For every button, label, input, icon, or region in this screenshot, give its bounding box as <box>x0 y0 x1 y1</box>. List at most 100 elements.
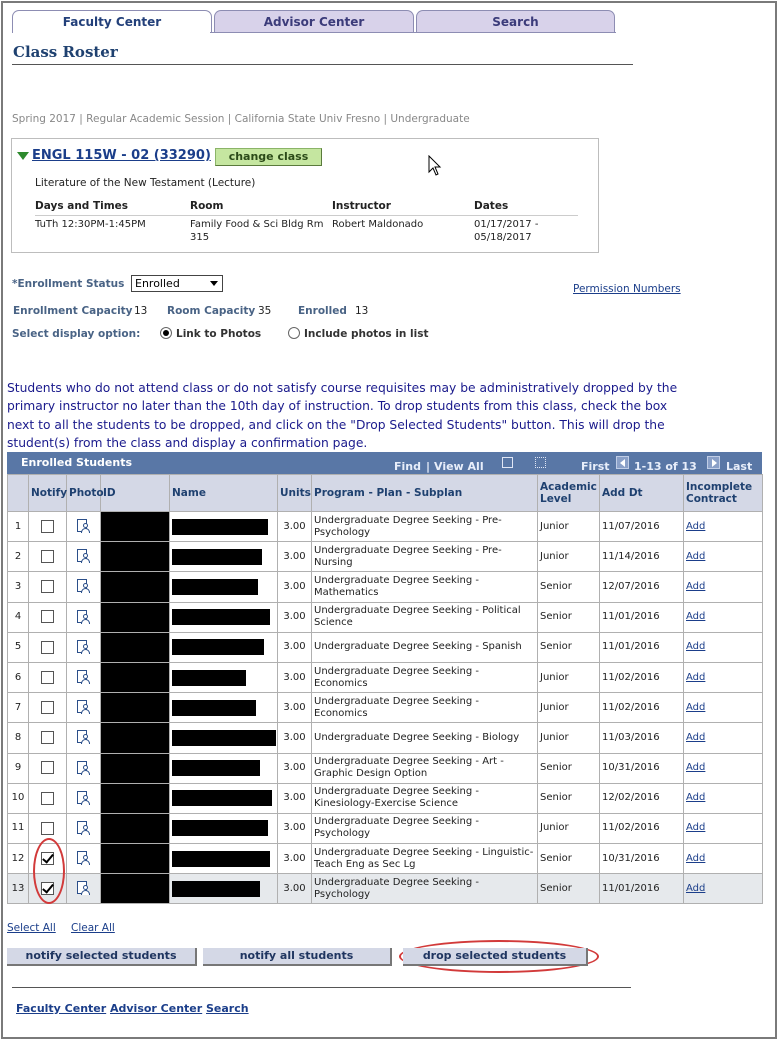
col-header-program: Program - Plan - Subplan <box>311 474 538 512</box>
contract-cell: Add <box>683 571 763 603</box>
photo-cell <box>66 752 101 784</box>
class-info-box: ENGL 115W - 02 (33290) change class Lite… <box>11 138 599 253</box>
add-contract-link[interactable]: Add <box>686 883 705 894</box>
student-photo-icon[interactable] <box>75 548 93 565</box>
drop-selected-students-button[interactable]: drop selected students <box>403 948 588 966</box>
add-contract-link[interactable]: Add <box>686 581 705 592</box>
meeting-room: Family Food & Sci Bldg Rm 315 <box>190 219 324 243</box>
student-photo-icon[interactable] <box>75 609 93 626</box>
notify-checkbox[interactable] <box>41 519 54 533</box>
student-photo-icon[interactable] <box>75 790 93 807</box>
footer-link-faculty-center[interactable]: Faculty Center <box>16 1002 106 1015</box>
clear-all-link[interactable]: Clear All <box>71 922 115 934</box>
student-photo-icon[interactable] <box>75 639 93 656</box>
units-cell: 3.00 <box>277 631 312 663</box>
add-contract-link[interactable]: Add <box>686 672 705 683</box>
notify-checkbox[interactable] <box>41 791 54 805</box>
footer-link-search[interactable]: Search <box>206 1002 249 1015</box>
academic-level-cell: Senior <box>537 782 600 814</box>
enrollment-status-select[interactable]: Enrolled <box>131 275 223 292</box>
class-section-link[interactable]: ENGL 115W - 02 (33290) <box>32 148 211 163</box>
student-name-cell <box>169 571 278 603</box>
student-photo-icon[interactable] <box>75 518 93 535</box>
student-name-redacted <box>172 820 268 837</box>
add-contract-link[interactable]: Add <box>686 792 705 803</box>
page-title: Class Roster <box>13 43 118 61</box>
notify-checkbox[interactable] <box>41 580 54 594</box>
student-name-cell <box>169 873 278 905</box>
tab-advisor-center[interactable]: Advisor Center <box>214 10 414 33</box>
download-grid-icon[interactable] <box>535 457 546 468</box>
notify-checkbox[interactable] <box>41 640 54 654</box>
student-name-redacted <box>172 699 256 716</box>
notify-checkbox[interactable] <box>41 821 54 835</box>
grid-row-range: 1-13 of 13 <box>634 460 697 473</box>
student-name-cell <box>169 631 278 663</box>
add-contract-link[interactable]: Add <box>686 732 705 743</box>
units-cell: 3.00 <box>277 692 312 724</box>
student-photo-icon[interactable] <box>75 820 93 837</box>
previous-page-icon[interactable] <box>616 456 629 469</box>
tab-search[interactable]: Search <box>416 10 615 33</box>
add-date-cell: 11/03/2016 <box>599 722 684 754</box>
enrolled-value: 13 <box>355 305 369 317</box>
grid-view-all-link[interactable]: View All <box>434 460 484 473</box>
student-id-redacted <box>100 782 170 814</box>
select-all-link[interactable]: Select All <box>7 922 56 934</box>
add-contract-link[interactable]: Add <box>686 702 705 713</box>
radio-link-to-photos[interactable] <box>160 327 172 339</box>
change-class-button[interactable]: change class <box>215 148 322 166</box>
student-photo-icon[interactable] <box>75 850 93 867</box>
grid-find-link[interactable]: Find <box>394 460 421 473</box>
notify-checkbox[interactable] <box>41 700 54 714</box>
notify-selected-students-button[interactable]: notify selected students <box>7 948 197 966</box>
tab-faculty-center[interactable]: Faculty Center <box>12 10 212 33</box>
notify-checkbox[interactable] <box>41 550 54 564</box>
student-photo-icon[interactable] <box>75 669 93 686</box>
footer-link-advisor-center[interactable]: Advisor Center <box>110 1002 202 1015</box>
student-id-redacted <box>100 541 170 573</box>
notify-checkbox[interactable] <box>41 761 54 775</box>
contract-cell: Add <box>683 873 763 905</box>
add-contract-link[interactable]: Add <box>686 641 705 652</box>
notify-checkbox[interactable] <box>41 610 54 624</box>
add-date-cell: 10/31/2016 <box>599 843 684 875</box>
student-photo-icon[interactable] <box>75 699 93 716</box>
next-page-icon[interactable] <box>707 456 720 469</box>
term-info: Spring 2017 | Regular Academic Session |… <box>12 113 470 125</box>
mouse-cursor-icon <box>428 155 442 176</box>
notify-all-students-button[interactable]: notify all students <box>203 948 392 966</box>
add-contract-link[interactable]: Add <box>686 521 705 532</box>
row-number: 11 <box>7 812 29 845</box>
row-number: 1 <box>7 510 29 543</box>
notify-cell <box>28 661 67 694</box>
notify-checkbox[interactable] <box>41 670 54 684</box>
student-photo-icon[interactable] <box>75 760 93 777</box>
add-date-cell: 11/07/2016 <box>599 510 684 543</box>
student-id-redacted <box>100 510 170 543</box>
student-photo-icon[interactable] <box>75 578 93 595</box>
collapse-triangle-icon[interactable] <box>17 152 29 160</box>
student-photo-icon[interactable] <box>75 880 93 897</box>
add-contract-link[interactable]: Add <box>686 551 705 562</box>
notify-checkbox[interactable] <box>41 731 54 745</box>
add-contract-link[interactable]: Add <box>686 853 705 864</box>
student-id-redacted <box>100 631 170 663</box>
add-contract-link[interactable]: Add <box>686 822 705 833</box>
radio-include-photos[interactable] <box>288 327 300 339</box>
new-window-icon[interactable] <box>502 457 513 468</box>
academic-level-cell: Junior <box>537 692 600 724</box>
notify-cell <box>28 722 67 754</box>
student-name-redacted <box>172 518 268 535</box>
student-name-cell <box>169 661 278 694</box>
radio-link-to-photos-label: Link to Photos <box>176 328 262 340</box>
student-photo-icon[interactable] <box>75 729 93 746</box>
add-contract-link[interactable]: Add <box>686 762 705 773</box>
add-contract-link[interactable]: Add <box>686 611 705 622</box>
permission-numbers-link[interactable]: Permission Numbers <box>573 283 681 295</box>
enrollment-capacity-label: Enrollment Capacity <box>13 305 133 317</box>
academic-level-cell: Junior <box>537 722 600 754</box>
units-cell: 3.00 <box>277 843 312 875</box>
room-capacity-value: 35 <box>258 305 272 317</box>
table-row: 11 3.00 Undergraduate Degree Seeking - Psy… <box>7 812 763 845</box>
